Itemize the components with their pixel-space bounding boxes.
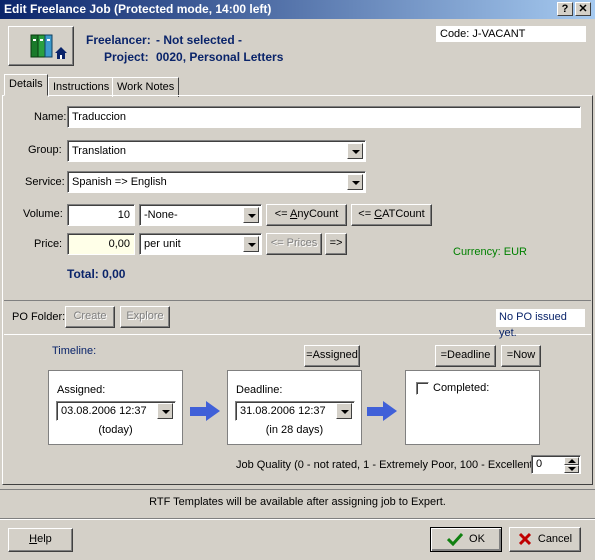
service-select[interactable]: Spanish => English — [67, 171, 366, 193]
ok-label: OK — [469, 533, 485, 545]
spin-down-icon[interactable] — [564, 465, 579, 473]
deadline-date-picker[interactable]: 31.08.2006 12:37 — [235, 401, 355, 421]
project-label: Project: — [104, 50, 149, 64]
po-status: No PO issued yet. — [496, 309, 585, 339]
name-label: Name: — [34, 111, 67, 123]
x-icon — [518, 533, 531, 546]
timeline-label: Timeline: — [52, 345, 97, 357]
set-now-button[interactable]: =Now — [501, 345, 541, 367]
price-unit-select[interactable]: per unit — [139, 233, 262, 255]
assigned-date-picker[interactable]: 03.08.2006 12:37 — [56, 401, 176, 421]
currency-label: Currency: EUR — [453, 246, 527, 258]
set-assigned-button[interactable]: =Assigned — [304, 345, 360, 367]
group-select[interactable]: Translation — [67, 140, 366, 162]
group-select-value: Translation — [72, 145, 127, 157]
checkmark-icon — [446, 533, 464, 547]
deadline-date-value: 31.08.2006 12:37 — [240, 405, 326, 417]
help-title-button[interactable]: ? — [557, 2, 573, 16]
price-unit-value: per unit — [144, 238, 181, 250]
assigned-note: (today) — [98, 424, 133, 436]
apply-price-button[interactable]: => — [325, 233, 347, 255]
arrow-right-icon — [367, 401, 399, 421]
job-quality-value: 0 — [536, 458, 543, 470]
catcount-button[interactable]: <= CATCount — [351, 204, 432, 226]
ok-button[interactable]: OK — [430, 527, 502, 552]
completed-label: Completed: — [433, 382, 490, 394]
price-input[interactable]: 0,00 — [67, 233, 135, 255]
tab-work-notes[interactable]: Work Notes — [112, 77, 180, 97]
chevron-down-icon[interactable] — [347, 174, 363, 190]
volume-unit-select[interactable]: -None- — [139, 204, 262, 226]
title-bar: Edit Freelance Job (Protected mode, 14:0… — [0, 0, 595, 19]
chevron-down-icon[interactable] — [157, 403, 173, 419]
prices-button[interactable]: <= Prices — [266, 233, 322, 255]
po-folder-label: PO Folder: — [12, 311, 66, 323]
cancel-button[interactable]: Cancel — [509, 527, 581, 552]
deadline-note: (in 28 days) — [265, 424, 324, 436]
create-po-button[interactable]: Create — [65, 306, 115, 328]
service-label: Service: — [25, 176, 65, 188]
name-input[interactable]: Traduccion — [67, 106, 581, 128]
rtf-note: RTF Templates will be available after as… — [0, 489, 595, 517]
footer-divider — [0, 518, 595, 520]
job-quality-label: Job Quality (0 - not rated, 1 - Extremel… — [236, 459, 540, 471]
volume-unit-value: -None- — [144, 209, 178, 221]
help-button[interactable]: Help — [8, 528, 73, 552]
cancel-label: Cancel — [537, 533, 573, 545]
volume-label: Volume: — [23, 208, 63, 220]
assigned-label: Assigned: — [57, 384, 106, 396]
tab-details[interactable]: Details — [4, 74, 48, 96]
anycount-button[interactable]: <= AnyCount — [266, 204, 347, 226]
tab-instructions[interactable]: Instructions — [48, 77, 115, 97]
chevron-down-icon[interactable] — [347, 143, 363, 159]
deadline-box: Deadline: 31.08.2006 12:37 (in 28 days) — [227, 370, 362, 445]
completed-box: Completed: — [405, 370, 540, 445]
arrow-right-icon — [190, 401, 222, 421]
project-value: 0020, Personal Letters — [156, 50, 284, 64]
job-code: Code: J-VACANT — [436, 26, 586, 42]
assigned-date-value: 03.08.2006 12:37 — [61, 405, 147, 417]
explore-po-button[interactable]: Explore — [120, 306, 170, 328]
project-icon-button[interactable] — [8, 26, 74, 66]
chevron-down-icon[interactable] — [243, 207, 259, 223]
window-title: Edit Freelance Job (Protected mode, 14:0… — [4, 2, 272, 16]
group-label: Group: — [28, 144, 62, 156]
total-label: Total: 0,00 — [67, 267, 126, 281]
job-quality-spinner[interactable]: 0 — [531, 455, 581, 474]
assigned-box: Assigned: 03.08.2006 12:37 (today) — [48, 370, 183, 445]
freelancer-value: - Not selected - — [156, 33, 243, 47]
spin-up-icon[interactable] — [564, 457, 579, 465]
binders-icon — [30, 34, 67, 59]
volume-input[interactable]: 10 — [67, 204, 135, 226]
freelancer-label: Freelancer: — [86, 33, 151, 47]
close-button[interactable]: ✕ — [575, 2, 591, 16]
price-label: Price: — [34, 238, 63, 250]
set-deadline-button[interactable]: =Deadline — [435, 345, 496, 367]
service-select-value: Spanish => English — [72, 176, 167, 188]
chevron-down-icon[interactable] — [243, 236, 259, 252]
completed-checkbox[interactable] — [416, 382, 429, 395]
chevron-down-icon[interactable] — [336, 403, 352, 419]
deadline-label: Deadline: — [236, 384, 283, 396]
